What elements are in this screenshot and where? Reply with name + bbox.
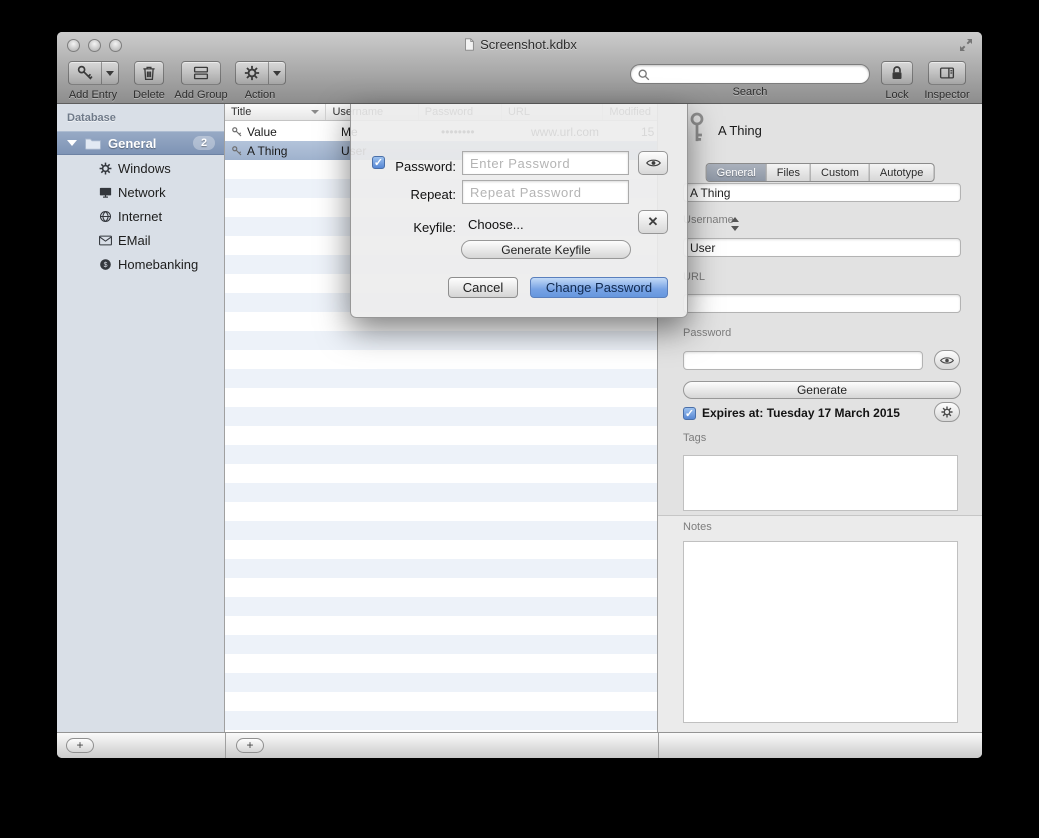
key-icon xyxy=(231,145,243,157)
tab-general[interactable]: General xyxy=(707,164,766,181)
tags-label: Tags xyxy=(683,432,706,444)
dialog-repeat-input[interactable] xyxy=(462,180,629,204)
dollar-icon: $ xyxy=(98,257,113,272)
globe-icon xyxy=(98,209,113,224)
toolbar: Add Entry Delete Add Group Action xyxy=(57,58,982,104)
svg-text:$: $ xyxy=(104,262,108,269)
inspector-panel: A Thing General Files Custom Autotype Us… xyxy=(658,104,982,732)
add-group-button[interactable]: Add Group xyxy=(171,61,231,101)
tab-custom[interactable]: Custom xyxy=(810,164,869,181)
key-icon xyxy=(76,64,94,82)
dialog-show-password-button[interactable] xyxy=(638,151,668,175)
gear-icon xyxy=(98,161,113,176)
dialog-password-label: Password: xyxy=(351,159,456,174)
folder-icon xyxy=(84,136,102,150)
document-icon xyxy=(462,37,476,52)
inspector-button[interactable]: Inspector xyxy=(919,61,975,101)
dialog-keyfile-label: Keyfile: xyxy=(351,220,456,235)
gear-icon xyxy=(243,64,261,82)
search-area: Search xyxy=(630,61,870,98)
monitor-icon xyxy=(98,185,113,200)
search-icon xyxy=(637,68,651,82)
expires-row: ✓ Expires at: Tuesday 17 March 2015 xyxy=(683,403,900,423)
chevron-down-icon xyxy=(106,71,114,76)
change-password-dialog: ✓ Password: Repeat: Keyfile: Choose... ✕… xyxy=(350,104,688,318)
add-entry-button[interactable]: Add Entry xyxy=(61,61,125,101)
username-label: Username xyxy=(683,214,734,226)
key-icon xyxy=(231,126,243,138)
title-field[interactable] xyxy=(683,183,961,202)
sort-arrow-icon xyxy=(311,110,319,114)
trash-icon xyxy=(140,64,158,82)
gear-icon xyxy=(940,405,954,419)
keyfile-popup[interactable]: Choose... xyxy=(462,213,633,235)
cancel-button[interactable]: Cancel xyxy=(448,277,518,298)
app-window: Screenshot.kdbx Add Entry Delete xyxy=(57,32,982,758)
notes-field[interactable] xyxy=(683,541,958,723)
inspector-panel-icon xyxy=(938,64,956,82)
sidebar-item-homebanking[interactable]: $ Homebanking xyxy=(57,252,224,276)
action-button[interactable]: Action xyxy=(234,61,286,101)
sidebar-item-internet[interactable]: Internet xyxy=(57,204,224,228)
lock-icon xyxy=(888,64,906,82)
tab-autotype[interactable]: Autotype xyxy=(869,164,933,181)
clear-keyfile-button[interactable]: ✕ xyxy=(638,210,668,234)
generate-password-button[interactable]: Generate xyxy=(683,381,961,399)
sidebar-header: Database xyxy=(67,112,116,124)
group-list-icon xyxy=(192,64,210,82)
dialog-password-input[interactable] xyxy=(462,151,629,175)
window-chrome: Screenshot.kdbx Add Entry Delete xyxy=(57,32,982,104)
chevron-down-icon xyxy=(273,71,281,76)
username-field[interactable] xyxy=(683,238,961,257)
url-field[interactable] xyxy=(683,294,961,313)
password-label: Password xyxy=(683,327,731,339)
expires-settings-button[interactable] xyxy=(934,402,960,422)
group-count-badge: 2 xyxy=(193,136,215,150)
expires-checkbox[interactable]: ✓ xyxy=(683,407,696,420)
close-icon: ✕ xyxy=(648,214,659,230)
expires-label: Expires at: Tuesday 17 March 2015 xyxy=(702,406,900,420)
inspector-entry-title: A Thing xyxy=(718,123,762,138)
eye-icon xyxy=(645,157,662,169)
search-input[interactable] xyxy=(653,66,863,82)
generate-keyfile-button[interactable]: Generate Keyfile xyxy=(461,240,631,259)
sidebar-item-windows[interactable]: Windows xyxy=(57,156,224,180)
notes-section: Notes xyxy=(658,515,982,732)
sidebar-item-network[interactable]: Network xyxy=(57,180,224,204)
show-password-button[interactable] xyxy=(934,350,960,370)
titlebar[interactable]: Screenshot.kdbx xyxy=(57,32,982,58)
divider xyxy=(658,733,659,758)
tags-field[interactable] xyxy=(683,455,958,511)
bottom-bar: + + xyxy=(57,732,982,758)
add-entry-plus-button[interactable]: + xyxy=(236,738,264,753)
sidebar-item-email[interactable]: EMail xyxy=(57,228,224,252)
eye-icon xyxy=(939,355,955,366)
column-header-title[interactable]: Title xyxy=(225,104,326,120)
add-group-plus-button[interactable]: + xyxy=(66,738,94,753)
window-title: Screenshot.kdbx xyxy=(57,37,982,52)
delete-button[interactable]: Delete xyxy=(127,61,171,101)
group-sidebar: Database General 2 Windows Network Inter… xyxy=(57,104,225,732)
envelope-icon xyxy=(98,233,113,248)
stepper-arrows-icon xyxy=(730,215,741,233)
notes-label: Notes xyxy=(683,521,712,533)
divider xyxy=(225,733,226,758)
change-password-button[interactable]: Change Password xyxy=(530,277,668,298)
sidebar-group-general[interactable]: General 2 xyxy=(57,131,224,155)
dialog-repeat-label: Repeat: xyxy=(351,187,456,202)
tab-files[interactable]: Files xyxy=(766,164,810,181)
password-field[interactable] xyxy=(683,351,923,370)
fullscreen-icon[interactable] xyxy=(958,37,974,53)
inspector-tabs: General Files Custom Autotype xyxy=(706,163,935,182)
lock-button[interactable]: Lock xyxy=(877,61,917,101)
disclosure-triangle-icon[interactable] xyxy=(67,140,77,146)
